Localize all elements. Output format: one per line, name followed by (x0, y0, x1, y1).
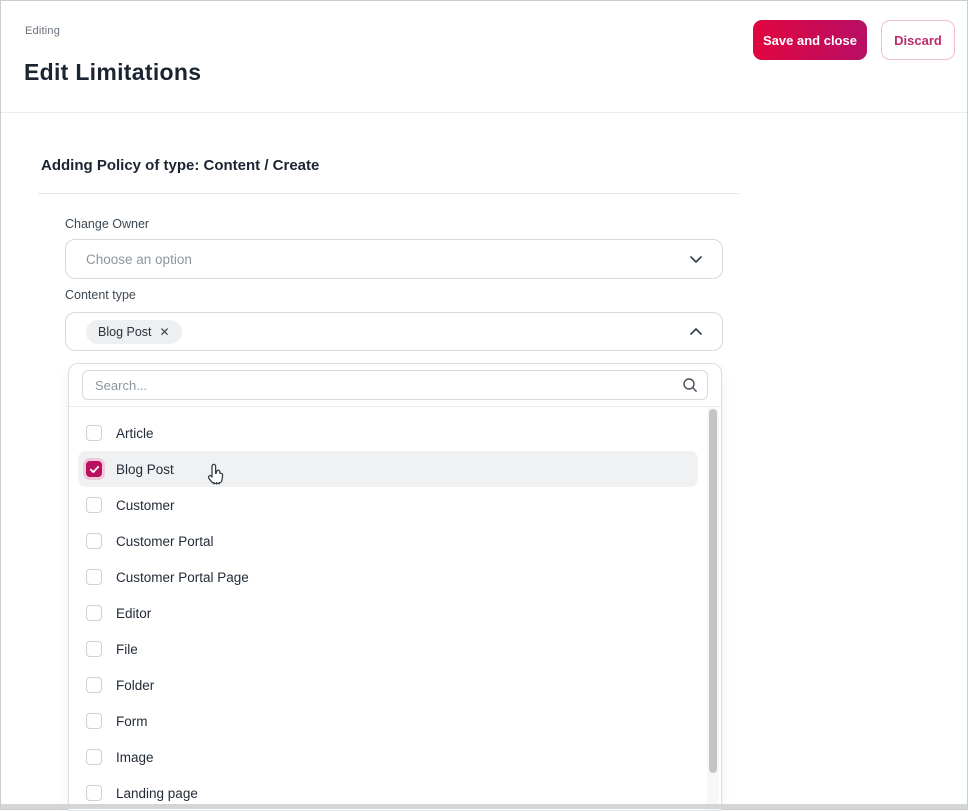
chip-label: Blog Post (98, 324, 152, 339)
list-item-label: Image (116, 749, 154, 765)
section-divider (38, 193, 739, 194)
list-item-label: Form (116, 713, 148, 729)
selected-chip-blog-post[interactable]: Blog Post ✕ (86, 319, 182, 344)
breadcrumb: Editing (25, 25, 61, 37)
list-item-label: File (116, 641, 138, 657)
content-type-label: Content type (65, 288, 136, 302)
clipped-label-fragment: r (64, 358, 70, 362)
list-item[interactable]: Blog Post (78, 451, 698, 487)
page-header: Editing Edit Limitations Save and close … (1, 1, 967, 113)
save-and-close-button[interactable]: Save and close (753, 20, 867, 60)
content-type-option-list: Article Blog Post Customer Customer Port… (69, 407, 721, 810)
section-title: Adding Policy of type: Content / Create (41, 157, 320, 174)
checkbox[interactable] (86, 497, 102, 513)
list-item-label: Customer Portal Page (116, 569, 249, 585)
list-item[interactable]: Image (78, 739, 698, 775)
checkbox[interactable] (86, 425, 102, 441)
chip-remove-icon[interactable]: ✕ (160, 326, 170, 338)
search-input[interactable] (82, 370, 708, 400)
chevron-down-icon (688, 251, 704, 267)
change-owner-placeholder: Choose an option (86, 251, 192, 267)
search-icon (681, 376, 699, 399)
discard-button[interactable]: Discard (881, 20, 955, 60)
checkbox[interactable] (86, 785, 102, 801)
checkbox[interactable] (86, 605, 102, 621)
list-item[interactable]: Customer Portal Page (78, 559, 698, 595)
checkbox[interactable] (86, 533, 102, 549)
content-type-dropdown-panel: Article Blog Post Customer Customer Port… (68, 363, 722, 811)
checkbox[interactable] (86, 749, 102, 765)
list-item-label: Blog Post (116, 461, 174, 477)
list-item-label: Folder (116, 677, 155, 693)
list-item-label: Landing page (116, 785, 198, 801)
content-type-select[interactable]: Blog Post ✕ (65, 312, 723, 351)
list-item[interactable]: Folder (78, 667, 698, 703)
checkbox[interactable] (86, 713, 102, 729)
window-bottom-edge (1, 804, 967, 809)
list-item[interactable]: Customer (78, 487, 698, 523)
checkbox[interactable] (86, 677, 102, 693)
list-item[interactable]: Form (78, 703, 698, 739)
checkbox[interactable] (86, 569, 102, 585)
list-item-label: Editor (116, 605, 152, 621)
change-owner-label: Change Owner (65, 217, 150, 231)
chevron-up-icon (688, 324, 704, 340)
checkbox[interactable] (86, 461, 102, 477)
dropdown-scrollbar[interactable] (707, 407, 719, 810)
list-item-label: Customer (116, 497, 175, 513)
scrollbar-thumb[interactable] (709, 409, 717, 773)
list-item[interactable]: Article (78, 415, 698, 451)
list-item[interactable]: Editor (78, 595, 698, 631)
checkbox[interactable] (86, 641, 102, 657)
change-owner-select[interactable]: Choose an option (65, 239, 723, 279)
list-item-label: Customer Portal (116, 533, 214, 549)
list-item[interactable]: Customer Portal (78, 523, 698, 559)
list-item-label: Article (116, 425, 154, 441)
search-field-wrap (82, 370, 708, 400)
list-item[interactable]: File (78, 631, 698, 667)
page-title: Edit Limitations (24, 59, 202, 85)
